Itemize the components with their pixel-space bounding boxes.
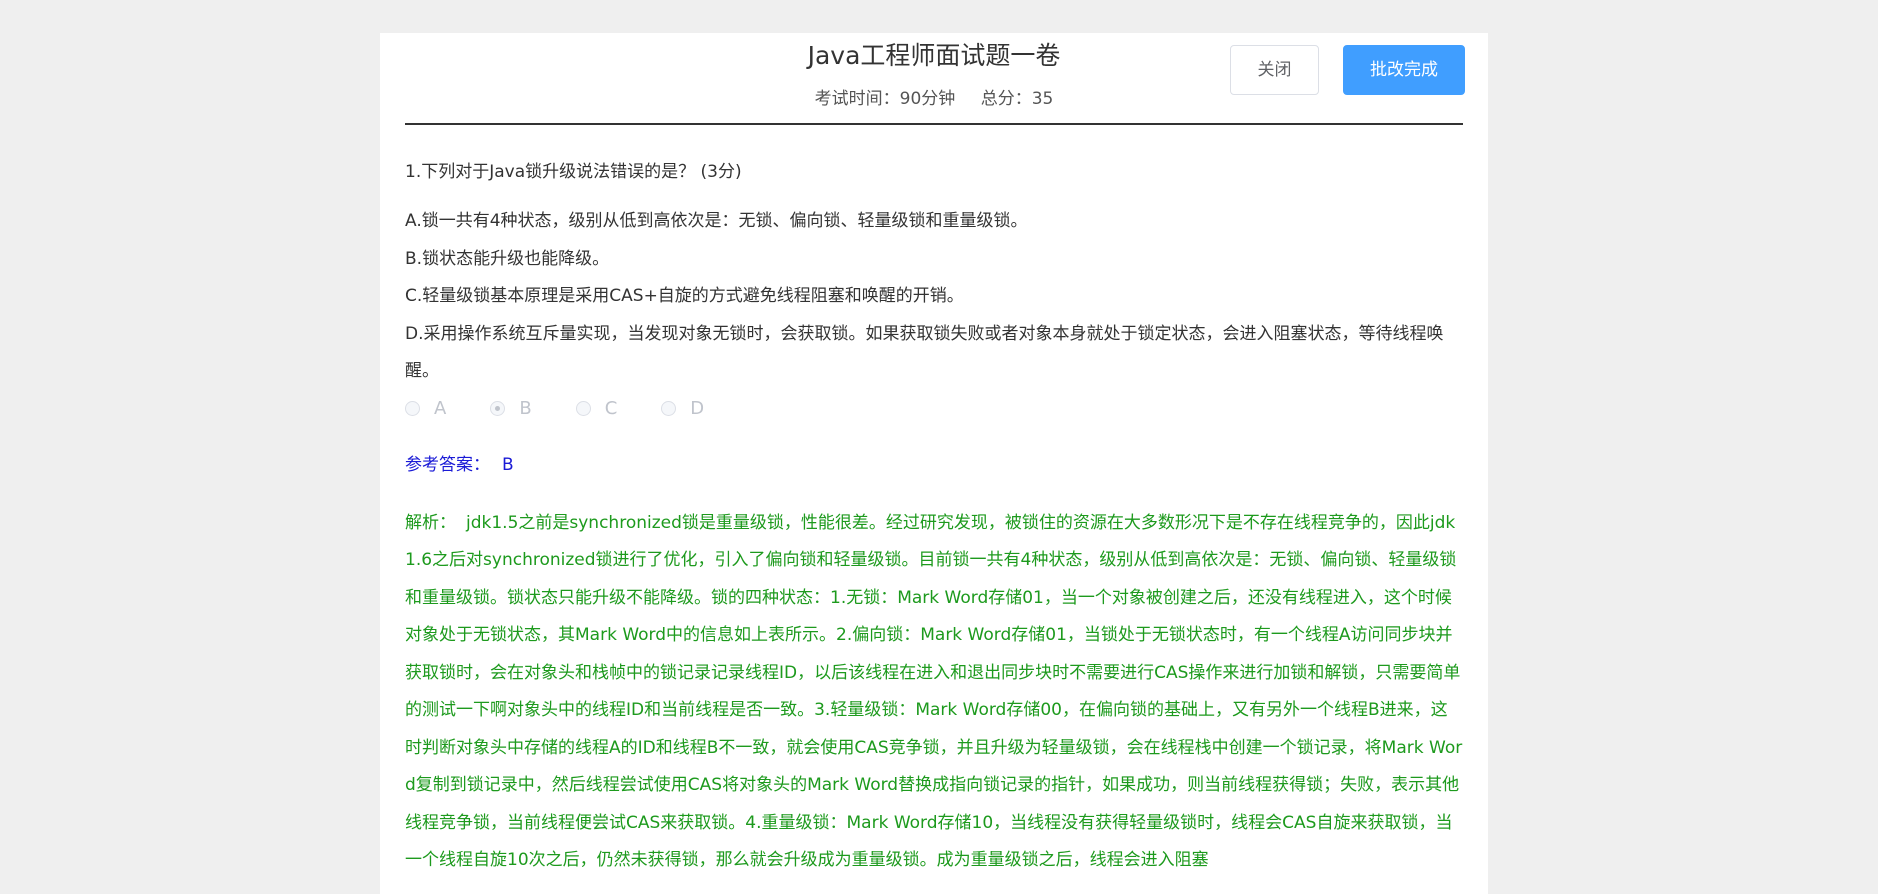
radio-label: A bbox=[434, 398, 447, 419]
answer-label: 参考答案： bbox=[405, 454, 490, 475]
close-button[interactable]: 关闭 bbox=[1230, 45, 1319, 95]
option-d: D.采用操作系统互斥量实现，当发现对象无锁时，会获取锁。如果获取锁失败或者对象本… bbox=[405, 323, 1444, 382]
exam-total-score: 总分：35 bbox=[980, 89, 1054, 109]
radio-label: D bbox=[690, 398, 705, 419]
analysis-block: 解析： jdk1.5之前是synchronized锁是重量级锁，性能很差。经过研究… bbox=[405, 505, 1463, 880]
radio-option-c[interactable]: C bbox=[575, 390, 618, 427]
exam-content: Java工程师面试题一卷 考试时间：90分钟 总分：35 关闭 批改完成 1.下… bbox=[405, 33, 1465, 880]
reference-answer: 参考答案： B bbox=[405, 453, 1463, 477]
exam-duration: 考试时间：90分钟 bbox=[814, 89, 956, 109]
finish-grading-button[interactable]: 批改完成 bbox=[1343, 45, 1465, 95]
answer-radio-group: A B C D bbox=[405, 391, 1463, 427]
radio-circle-icon bbox=[575, 401, 591, 416]
radio-circle-icon bbox=[661, 401, 677, 416]
radio-checked-icon bbox=[490, 401, 506, 416]
radio-option-a[interactable]: A bbox=[405, 390, 446, 427]
analysis-text: jdk1.5之前是synchronized锁是重量级锁，性能很差。经过研究发现，… bbox=[405, 512, 1463, 871]
answer-value: B bbox=[502, 454, 514, 475]
radio-label: B bbox=[519, 398, 532, 419]
option-b: B.锁状态能升级也能降级。 bbox=[405, 248, 610, 269]
question-block: 1.下列对于Java锁升级说法错误的是？ (3分) A.锁一共有4种状态，级别从… bbox=[405, 154, 1463, 880]
option-a: A.锁一共有4种状态，级别从低到高依次是：无锁、偏向锁、轻量级锁和重量级锁。 bbox=[405, 211, 1028, 231]
radio-circle-icon bbox=[405, 401, 420, 416]
question-title: 1.下列对于Java锁升级说法错误的是？ (3分) bbox=[405, 162, 742, 182]
analysis-label: 解析： bbox=[405, 512, 456, 533]
radio-option-d[interactable]: D bbox=[661, 390, 704, 427]
radio-label: C bbox=[604, 398, 618, 419]
exam-header: Java工程师面试题一卷 考试时间：90分钟 总分：35 关闭 批改完成 bbox=[405, 33, 1465, 125]
option-c: C.轻量级锁基本原理是采用CAS+自旋的方式避免线程阻塞和唤醒的开销。 bbox=[405, 286, 964, 306]
radio-option-b[interactable]: B bbox=[490, 390, 532, 427]
exam-paper: Java工程师面试题一卷 考试时间：90分钟 总分：35 关闭 批改完成 1.下… bbox=[380, 33, 1488, 894]
